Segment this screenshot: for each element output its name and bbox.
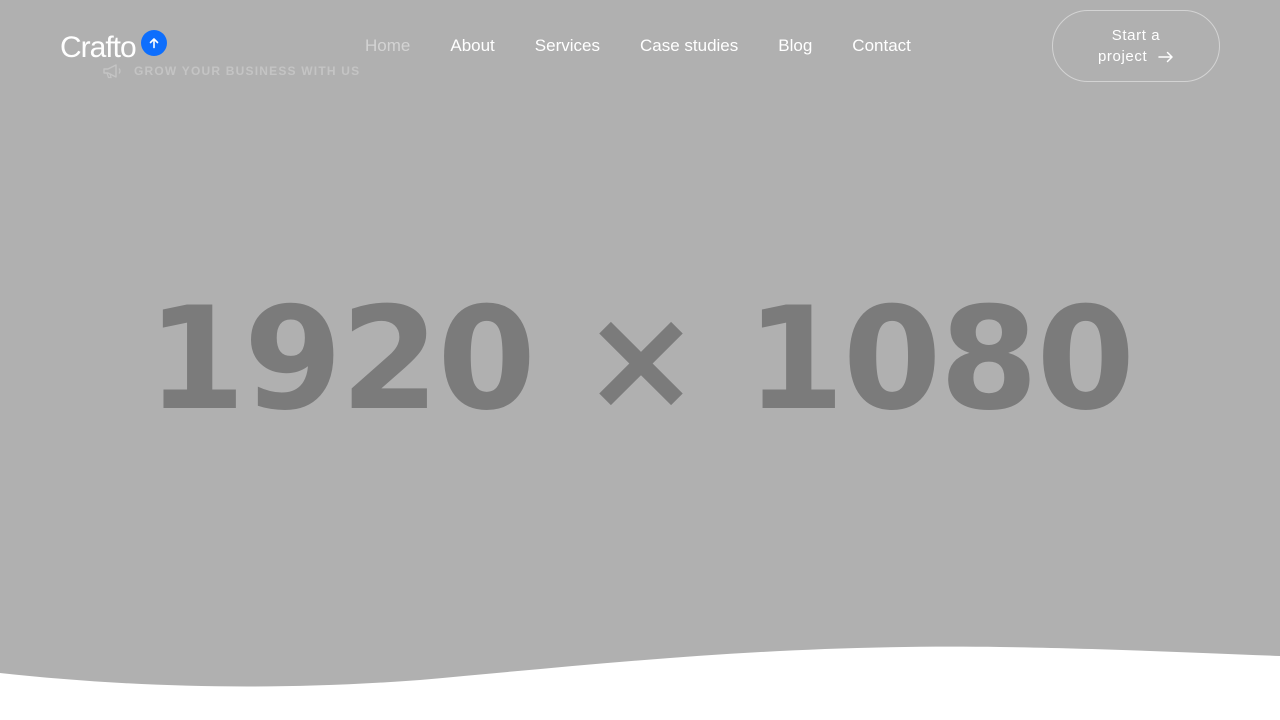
cta-label-line2: project [1097,48,1148,65]
main-navigation: Home About Services Case studies Blog Co… [345,26,931,66]
tagline-text: GROW YOUR BUSINESS WITH US [134,64,361,78]
hero-section: 1920 × 1080 [0,0,1280,720]
nav-item-contact[interactable]: Contact [832,26,931,66]
nav-item-services[interactable]: Services [515,26,620,66]
arrow-right-icon [1158,51,1173,63]
nav-item-about[interactable]: About [430,26,514,66]
nav-item-home[interactable]: Home [345,26,430,66]
start-project-button[interactable]: Start a project [1052,10,1220,82]
hero-tagline: GROW YOUR BUSINESS WITH US [102,62,360,80]
nav-item-blog[interactable]: Blog [758,26,832,66]
hero-bottom-wave [0,646,1280,720]
megaphone-icon [103,64,121,79]
scroll-to-top-button[interactable] [141,30,167,56]
arrow-up-icon [149,38,159,49]
hero-placeholder-image-text: 1920 × 1080 [146,277,1135,442]
nav-item-case-studies[interactable]: Case studies [620,26,758,66]
cta-label-line1: Start a [1111,27,1161,44]
